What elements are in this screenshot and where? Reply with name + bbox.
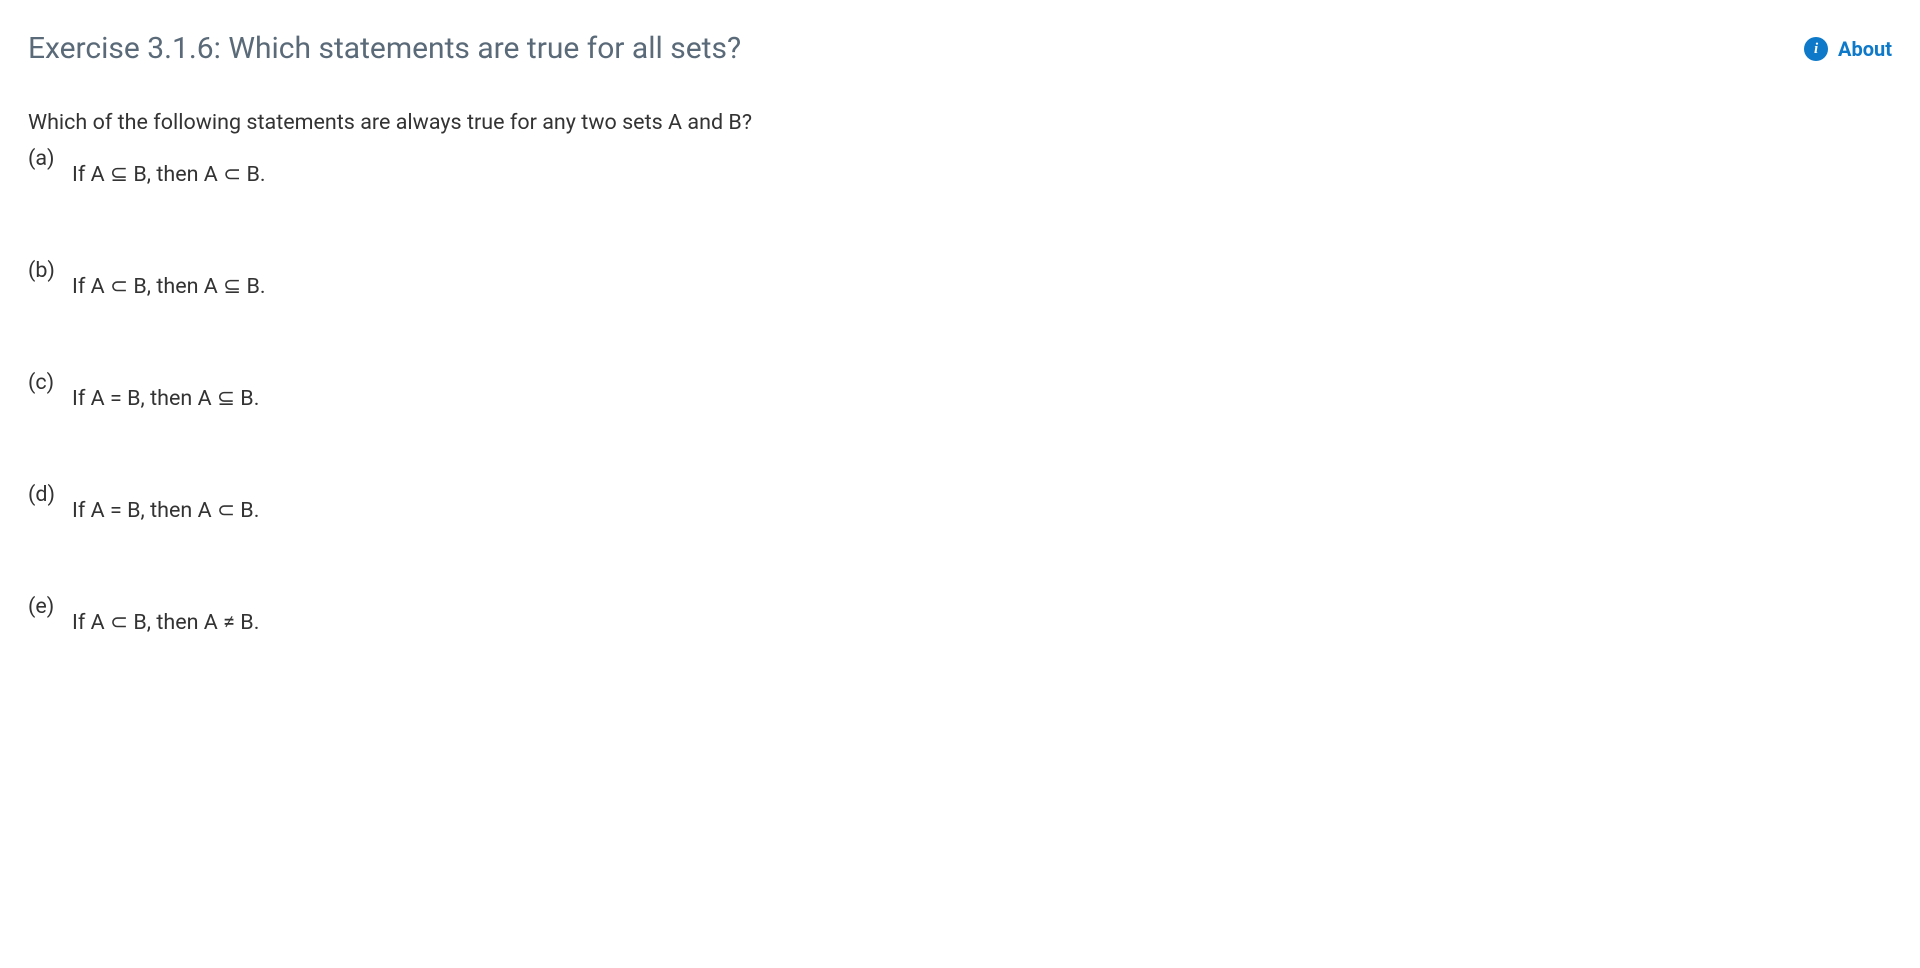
about-link[interactable]: i About <box>1804 35 1892 63</box>
option-b: (b) If A ⊂ B, then A ⊆ B. <box>28 272 1892 302</box>
option-c: (c) If A = B, then A ⊆ B. <box>28 384 1892 414</box>
option-text: If A ⊆ B, then A ⊂ B. <box>72 160 266 190</box>
option-label: (d) <box>28 480 72 510</box>
about-label: About <box>1838 35 1892 63</box>
options-list: (a) If A ⊆ B, then A ⊂ B. (b) If A ⊂ B, … <box>28 160 1892 720</box>
option-d: (d) If A = B, then A ⊂ B. <box>28 496 1892 526</box>
option-label: (a) <box>28 144 72 174</box>
option-text: If A ⊂ B, then A ≠ B. <box>72 608 259 638</box>
option-label: (e) <box>28 592 72 622</box>
option-e: (e) If A ⊂ B, then A ≠ B. <box>28 608 1892 638</box>
option-label: (c) <box>28 368 72 398</box>
option-a: (a) If A ⊆ B, then A ⊂ B. <box>28 160 1892 190</box>
exercise-title: Exercise 3.1.6: Which statements are tru… <box>28 28 741 70</box>
header-row: Exercise 3.1.6: Which statements are tru… <box>28 28 1892 70</box>
exercise-container: Exercise 3.1.6: Which statements are tru… <box>0 0 1920 741</box>
question-text: Which of the following statements are al… <box>28 108 1892 138</box>
option-text: If A ⊂ B, then A ⊆ B. <box>72 272 266 302</box>
option-text: If A = B, then A ⊂ B. <box>72 496 259 526</box>
option-text: If A = B, then A ⊆ B. <box>72 384 259 414</box>
option-label: (b) <box>28 256 72 286</box>
info-icon: i <box>1804 37 1828 61</box>
